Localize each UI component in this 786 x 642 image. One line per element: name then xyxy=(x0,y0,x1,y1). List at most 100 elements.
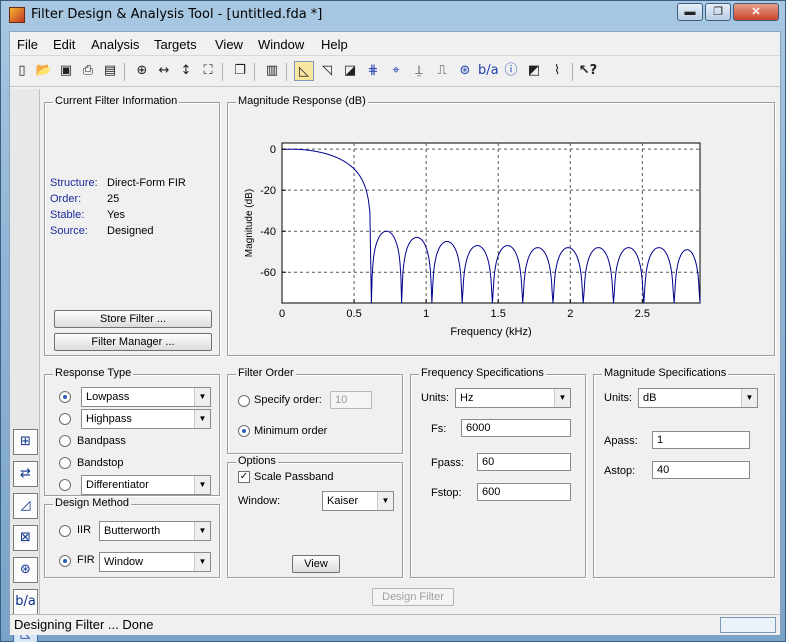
fpass-field[interactable]: 60 xyxy=(477,453,571,471)
fir-radio[interactable] xyxy=(59,555,71,567)
minimum-order-label[interactable]: Minimum order xyxy=(254,425,327,437)
menu-targets[interactable]: Targets xyxy=(154,37,197,52)
realize-model-icon[interactable]: ◿ xyxy=(13,493,38,519)
noise-psd-icon[interactable]: ⌇ xyxy=(547,61,567,81)
print-preview-icon[interactable]: ▤ xyxy=(100,61,120,81)
specify-order-radio[interactable] xyxy=(238,395,250,407)
open-icon[interactable]: 📂 xyxy=(34,61,54,81)
scale-passband-checkbox[interactable]: ✓ xyxy=(238,471,250,483)
specify-order-label[interactable]: Specify order: xyxy=(254,394,322,406)
view-window-button[interactable]: View xyxy=(292,555,340,573)
magnitude-estimate-icon[interactable]: ◩ xyxy=(524,61,544,81)
bandpass-radio[interactable] xyxy=(59,435,71,447)
filter-manager-button[interactable]: Filter Manager ... xyxy=(54,333,212,351)
menu-window[interactable]: Window xyxy=(258,37,304,52)
new-figure-icon[interactable]: ❐ xyxy=(230,61,250,81)
structure-label: Structure: xyxy=(50,177,98,189)
design-method-title: Design Method xyxy=(53,497,131,509)
group-delay-icon[interactable]: ⋕ xyxy=(363,61,383,81)
menu-help[interactable]: Help xyxy=(321,37,348,52)
iir-method-select[interactable]: Butterworth ▼ xyxy=(99,521,211,541)
title-bar[interactable]: Filter Design & Analysis Tool - [untitle… xyxy=(1,1,785,29)
x-tick-label: 2.5 xyxy=(635,308,650,320)
menu-file[interactable]: File xyxy=(17,37,38,52)
pole-zero-editor-icon[interactable]: ⊠ xyxy=(13,525,38,551)
magnitude-panel-title: Magnitude Response (dB) xyxy=(236,95,368,107)
magnitude-chart[interactable]: 0 0.5 1 1.5 2 2.5 0-20-40-60 Frequency (kHz) … xyxy=(230,109,770,353)
iir-label[interactable]: IIR xyxy=(77,524,91,536)
window-select[interactable]: Kaiser ▼ xyxy=(322,491,394,511)
whats-this-icon[interactable]: ↖? xyxy=(578,61,598,81)
zoom-y-icon[interactable]: ↕ xyxy=(176,61,196,81)
stable-label: Stable: xyxy=(50,209,85,221)
order-value: 25 xyxy=(107,193,120,205)
matlab-app-icon xyxy=(9,7,25,23)
create-multirate-icon[interactable]: ⇄ xyxy=(13,461,38,487)
bandpass-label[interactable]: Bandpass xyxy=(77,435,126,447)
chevron-down-icon: ▼ xyxy=(377,492,393,510)
impulse-icon[interactable]: ⍊ xyxy=(409,61,429,81)
freq-units-select[interactable]: Hz ▼ xyxy=(455,388,571,408)
step-icon[interactable]: ⎍ xyxy=(432,61,452,81)
specify-order-field[interactable]: 10 xyxy=(330,391,372,409)
import-filter-icon[interactable]: ⊛ xyxy=(13,557,38,583)
menu-analysis[interactable]: Analysis xyxy=(91,37,139,52)
response-type-panel: Response Type Lowpass ▼ Highpass ▼ Bandpas… xyxy=(44,367,220,496)
minimize-button[interactable]: ▬ xyxy=(677,3,703,21)
frequency-specs-title: Frequency Specifications xyxy=(419,367,546,379)
fstop-field[interactable]: 600 xyxy=(477,483,571,501)
phase-icon[interactable]: ◹ xyxy=(317,61,337,81)
x-tick-label: 0 xyxy=(279,308,285,320)
bandstop-radio[interactable] xyxy=(59,457,71,469)
fir-method-select[interactable]: Window ▼ xyxy=(99,552,211,572)
fpass-label: Fpass: xyxy=(431,457,465,469)
mag-units-select[interactable]: dB ▼ xyxy=(638,388,758,408)
fs-label: Fs: xyxy=(431,423,447,435)
scale-passband-label[interactable]: Scale Passband xyxy=(254,471,334,483)
design-filter-button[interactable]: Design Filter xyxy=(372,588,454,606)
pole-zero-icon[interactable]: ⊛ xyxy=(455,61,475,81)
bandstop-label[interactable]: Bandstop xyxy=(77,457,123,469)
full-view-icon[interactable]: ⛶ xyxy=(198,61,218,81)
highpass-radio[interactable] xyxy=(59,413,71,425)
transform-filter-icon[interactable]: ⊞ xyxy=(13,429,38,455)
close-button[interactable]: ✕ xyxy=(733,3,779,21)
astop-field[interactable]: 40 xyxy=(652,461,750,479)
lowpass-radio[interactable] xyxy=(59,391,71,403)
iir-radio[interactable] xyxy=(59,525,71,537)
apass-field[interactable]: 1 xyxy=(652,431,750,449)
fir-label[interactable]: FIR xyxy=(77,554,95,566)
phase-delay-icon[interactable]: ⌖ xyxy=(386,61,406,81)
menu-view[interactable]: View xyxy=(215,37,243,52)
info-icon[interactable]: ⓘ xyxy=(501,61,521,81)
print-icon[interactable]: ⎙ xyxy=(78,61,98,81)
x-tick-label: 1.5 xyxy=(491,308,506,320)
chevron-down-icon: ▼ xyxy=(741,389,757,407)
lowpass-select[interactable]: Lowpass ▼ xyxy=(81,387,211,407)
minimum-order-radio[interactable] xyxy=(238,425,250,437)
menu-edit[interactable]: Edit xyxy=(53,37,75,52)
y-tick-label: -40 xyxy=(260,226,276,238)
magnitude-icon[interactable]: ◺ xyxy=(294,61,314,81)
new-icon[interactable]: ▯ xyxy=(12,61,32,81)
y-tick-label: 0 xyxy=(270,144,276,156)
save-icon[interactable]: ▣ xyxy=(56,61,76,81)
fs-field[interactable]: 6000 xyxy=(461,419,571,437)
zoom-in-icon[interactable]: ⊕ xyxy=(132,61,152,81)
highpass-select[interactable]: Highpass ▼ xyxy=(81,409,211,429)
magnitude-phase-icon[interactable]: ◪ xyxy=(340,61,360,81)
coefficients-icon[interactable]: b/a xyxy=(478,61,499,81)
differentiator-select[interactable]: Differentiator ▼ xyxy=(81,475,211,495)
filter-specs-icon[interactable]: ▥ xyxy=(262,61,282,81)
source-label: Source: xyxy=(50,225,88,237)
options-panel: Options ✓ Scale Passband Window: Kaiser ▼… xyxy=(227,455,403,578)
fir-method-value: Window xyxy=(104,556,144,568)
zoom-x-icon[interactable]: ↔ xyxy=(154,61,174,81)
set-quantization-icon[interactable]: b/a xyxy=(13,589,38,615)
maximize-button[interactable]: ❐ xyxy=(705,3,731,21)
differentiator-radio[interactable] xyxy=(59,479,71,491)
y-tick-label: -60 xyxy=(260,267,276,279)
store-filter-button[interactable]: Store Filter ... xyxy=(54,310,212,328)
magnitude-response-panel: Magnitude Response (dB) 0 0.5 1 1.5 2 2.5 0 -2… xyxy=(227,95,775,356)
chevron-down-icon: ▼ xyxy=(194,476,210,494)
